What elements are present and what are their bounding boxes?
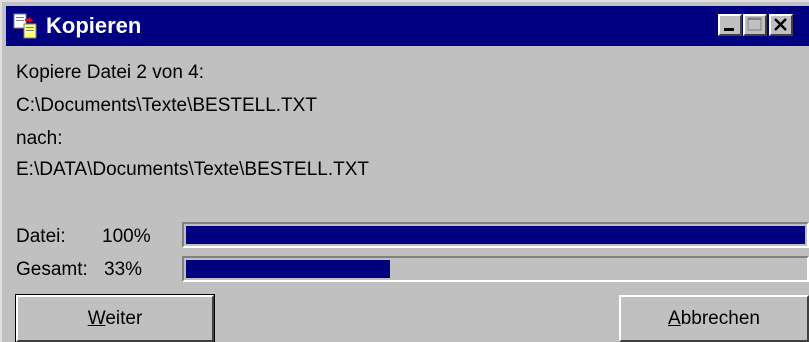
cancel-button[interactable]: Abbrechen	[619, 295, 809, 342]
copy-dialog-window: Kopieren Kopiere Datei 2 von 4: C:\Docum…	[0, 0, 809, 342]
cancel-button-label: Abbrechen	[668, 308, 760, 329]
destination-path: E:\DATA\Documents\Texte\BESTELL.TXT	[16, 159, 370, 180]
maximize-icon	[747, 17, 762, 31]
close-button[interactable]	[769, 14, 793, 36]
minimize-icon	[724, 28, 734, 31]
minimize-button[interactable]	[718, 14, 742, 36]
file-progress-label: Datei:	[16, 226, 66, 247]
window-title: Kopieren	[46, 13, 142, 38]
next-button[interactable]: Weiter	[15, 294, 215, 342]
file-progress-fill	[186, 226, 805, 244]
copy-files-icon	[12, 12, 40, 40]
total-progress-percent: 33%	[104, 259, 143, 280]
file-progress-percent: 100%	[102, 226, 151, 247]
title-bar[interactable]: Kopieren	[6, 6, 809, 46]
total-progress-fill	[186, 260, 390, 278]
source-path: C:\Documents\Texte\BESTELL.TXT	[16, 95, 317, 116]
maximize-button[interactable]	[743, 14, 767, 36]
to-label: nach:	[16, 128, 63, 149]
file-progress-bar	[182, 222, 809, 248]
next-button-label: Weiter	[87, 308, 143, 329]
total-progress-label: Gesamt:	[16, 259, 88, 280]
total-progress-bar	[182, 256, 809, 282]
close-icon	[774, 18, 787, 31]
copy-status-text: Kopiere Datei 2 von 4:	[16, 62, 205, 83]
